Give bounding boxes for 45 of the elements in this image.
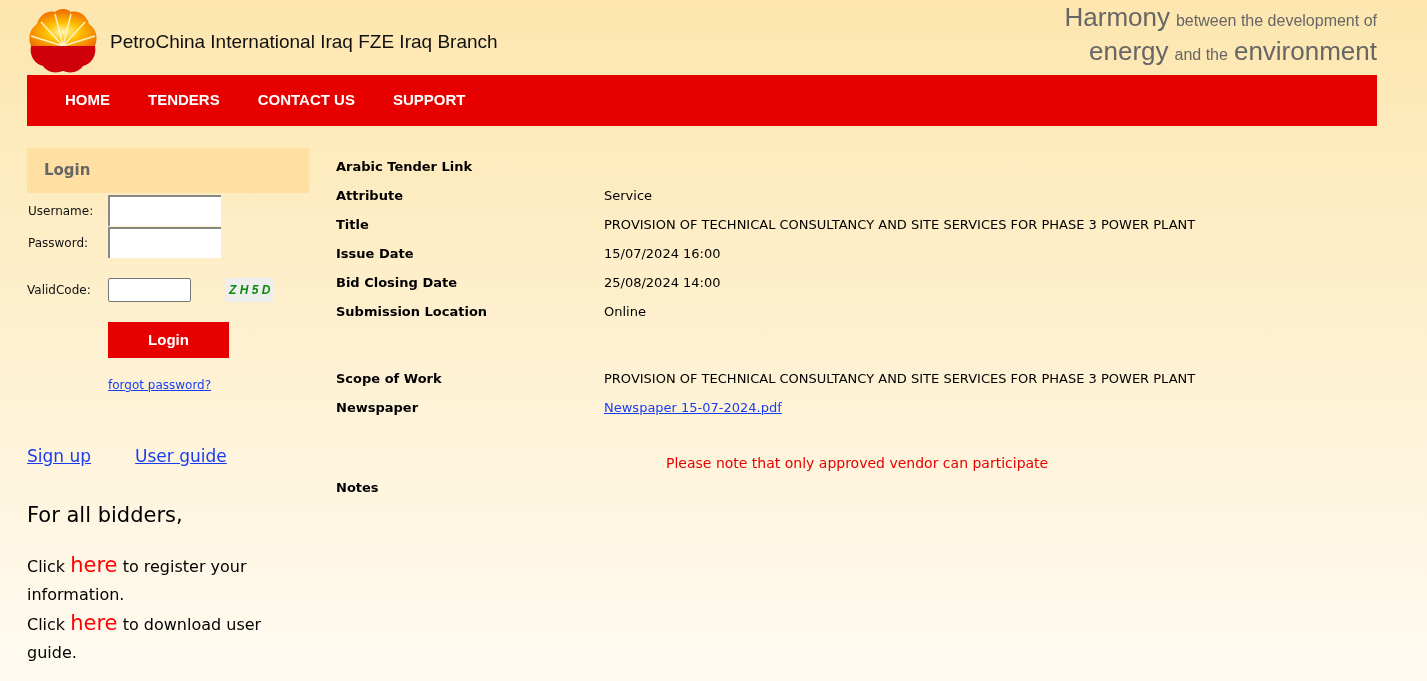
company-name: PetroChina International Iraq FZE Iraq Branch [110, 29, 498, 54]
here-link[interactable]: here [70, 553, 118, 577]
slogan-text: Harmony [1064, 2, 1170, 32]
nav-link[interactable]: TENDERS [148, 89, 220, 112]
valid-code-field[interactable] [108, 278, 191, 302]
logo-icon [27, 8, 99, 74]
nav-link[interactable]: CONTACT US [257, 89, 355, 112]
slogan-text: energy [1089, 36, 1169, 66]
instruction-text: Click here to register your information. [27, 552, 248, 606]
field-label: Newspaper [336, 398, 420, 417]
field-value: Service [604, 186, 653, 205]
field-label: Title [336, 215, 370, 234]
field-label: Notes [336, 479, 380, 497]
instruction-text: Click here to download user guide. [27, 610, 263, 664]
field-label: ValidCode: [27, 282, 92, 299]
field-label: Submission Location [336, 302, 489, 321]
field-value: PROVISION OF TECHNICAL CONSULTANCY AND SITE SERVICES FOR PHASE 3 POWER PLANT [604, 369, 1196, 388]
field-value: 25/08/2024 14:00 [604, 273, 721, 292]
file-link[interactable]: Newspaper 15-07-2024.pdf [604, 397, 782, 418]
nav-link[interactable]: SUPPORT [392, 89, 466, 112]
input-field[interactable] [108, 227, 221, 258]
field-label: Bid Closing Date [336, 273, 458, 292]
field-label: Issue Date [336, 244, 415, 263]
bidders-heading: For all bidders, [27, 501, 184, 529]
field-label: Scope of Work [336, 369, 443, 388]
field-label: Arabic Tender Link [336, 157, 474, 176]
slogan-text: environment [1233, 36, 1377, 66]
page-link[interactable]: User guide [135, 444, 227, 470]
captcha-image: Z H 5 D [226, 278, 274, 302]
field-value: 15/07/2024 16:00 [604, 244, 721, 263]
slogan-text: between the development of [1175, 11, 1377, 31]
notice-text: Please note that only approved vendor can participate [666, 454, 1050, 473]
input-field[interactable] [108, 195, 221, 226]
field-value: Online [604, 302, 646, 321]
here-link[interactable]: here [70, 611, 118, 635]
login-button[interactable]: Login [108, 322, 229, 358]
field-value: PROVISION OF TECHNICAL CONSULTANCY AND SITE SERVICES FOR PHASE 3 POWER PLANT [604, 215, 1196, 234]
login-title: Login [44, 160, 91, 182]
field-label: Username: [27, 202, 95, 220]
field-label: Attribute [336, 186, 404, 205]
page-link[interactable]: Sign up [27, 444, 92, 470]
field-label: Password: [27, 234, 90, 252]
forgot-password-link[interactable]: forgot password? [108, 376, 212, 394]
nav-link[interactable]: HOME [65, 89, 110, 112]
slogan-text: and the [1174, 45, 1228, 65]
